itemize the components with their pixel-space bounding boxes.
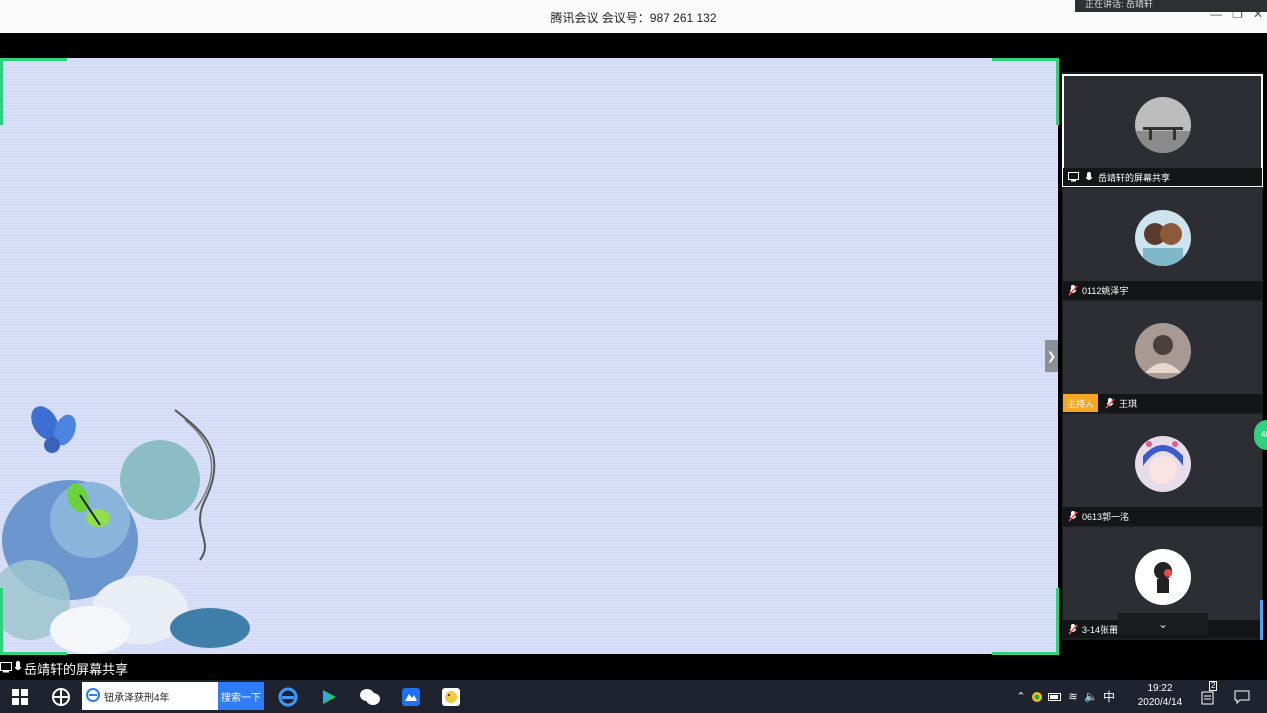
volume-icon[interactable]: 🔈	[1082, 690, 1100, 703]
participant-tile[interactable]: 岳靖轩的屏幕共享	[1062, 74, 1263, 187]
action-center-button[interactable]	[1230, 680, 1254, 713]
participant-name: 0112姚泽宇	[1082, 285, 1129, 296]
security-tray-icon[interactable]	[1028, 691, 1046, 703]
muted-microphone-icon	[1067, 284, 1079, 296]
participant-name: 0613郭一洺	[1082, 511, 1130, 522]
host-badge: 主持人	[1063, 394, 1099, 412]
wifi-icon[interactable]: ≋	[1064, 690, 1082, 703]
clock-date: 2020/4/14	[1137, 697, 1183, 708]
participant-tile[interactable]: 主持人 王琪	[1063, 301, 1262, 412]
chevron-right-icon: ❯	[1046, 350, 1057, 363]
participant-tile[interactable]: 0613郭一洺	[1063, 414, 1262, 525]
message-icon	[1234, 690, 1250, 704]
collapse-sidebar-button[interactable]: ❯	[1045, 340, 1058, 372]
search-query: 钮承泽获刑4年	[104, 692, 170, 704]
participant-name: 王琪	[1119, 398, 1138, 409]
battery-icon[interactable]	[1046, 692, 1064, 701]
avatar	[1135, 210, 1191, 266]
speaking-toast: 正在讲话: 岳靖轩	[1075, 0, 1267, 12]
input-method-indicator[interactable]: 中	[1100, 688, 1118, 705]
expand-list-button[interactable]: ⌄	[1118, 613, 1208, 635]
wechat-icon	[360, 688, 380, 705]
taskbar-clock[interactable]: 19:22 2020/4/14	[1132, 682, 1188, 710]
screen-share-icon	[0, 661, 12, 676]
participant-nameplate: 0613郭一洺	[1063, 507, 1262, 525]
share-frame-corner	[0, 58, 67, 125]
windows-start-button[interactable]	[8, 680, 32, 713]
muted-microphone-icon	[1104, 397, 1116, 409]
ie-icon	[86, 687, 100, 705]
notes-button[interactable]: 2	[1196, 680, 1220, 713]
share-frame-corner	[992, 588, 1059, 655]
chevron-down-icon: ⌄	[1157, 617, 1169, 631]
taskbar-search-input[interactable]: 钮承泽获刑4年	[82, 682, 218, 710]
play-icon	[323, 689, 336, 704]
avatar	[1135, 549, 1191, 605]
muted-microphone-icon	[1067, 510, 1079, 522]
share-frame-corner	[992, 58, 1059, 125]
system-tray: ⌃ ≋ 🔈 中	[1014, 680, 1118, 713]
sidebar-scrollbar[interactable]	[1260, 600, 1263, 640]
notification-count: 2	[1209, 681, 1218, 691]
avatar	[1135, 323, 1191, 379]
duck-app-button[interactable]	[438, 680, 464, 713]
microphone-icon	[14, 660, 22, 676]
participant-nameplate: 0112姚泽宇	[1063, 281, 1262, 299]
tencent-meeting-app-button[interactable]	[398, 680, 424, 713]
share-label-text: 岳靖轩的屏幕共享	[24, 661, 129, 677]
wechat-app-button[interactable]	[356, 680, 384, 713]
avatar	[1135, 436, 1191, 492]
participant-nameplate: 岳靖轩的屏幕共享	[1063, 168, 1262, 186]
clock-time: 19:22	[1147, 683, 1173, 694]
muted-microphone-icon	[1067, 623, 1079, 635]
participant-nameplate: 主持人 王琪	[1063, 394, 1262, 412]
share-status: 岳靖轩的屏幕共享	[0, 658, 128, 678]
video-player-app-button[interactable]	[316, 680, 342, 713]
taskbar: 钮承泽获刑4年 搜索一下 ⌃ ≋ 🔈 中 19:22 2020/4/14 2	[0, 680, 1267, 713]
search-button[interactable]: 搜索一下	[218, 682, 264, 710]
pinwheel-icon	[52, 687, 70, 706]
microphone-icon	[1083, 171, 1095, 183]
share-frame-corner	[0, 588, 67, 655]
avatar	[1135, 97, 1191, 153]
blue-butterfly-icon	[31, 406, 76, 453]
browser-e-icon	[278, 687, 298, 706]
participant-name: 岳靖轩的屏幕共享	[1098, 172, 1171, 183]
pinwheel-app-button[interactable]	[48, 680, 74, 713]
chevron-up-icon[interactable]: ⌃	[1014, 690, 1028, 703]
edge-app-button[interactable]	[276, 680, 300, 713]
windows-icon	[12, 688, 28, 705]
duck-icon	[442, 687, 460, 706]
meeting-icon	[402, 687, 420, 706]
participant-tile[interactable]: 0112姚泽宇	[1063, 188, 1262, 299]
screen-share-icon	[1067, 171, 1079, 183]
